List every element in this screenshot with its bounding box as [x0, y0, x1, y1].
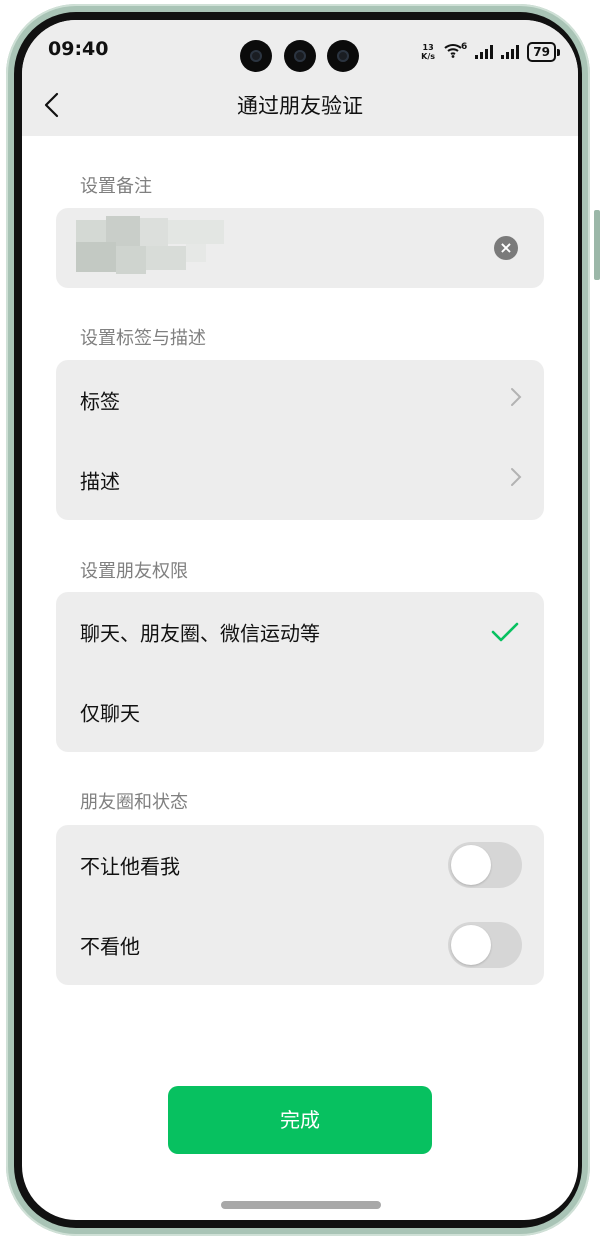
redacted-remark-text	[76, 216, 224, 276]
toggle-knob	[451, 925, 491, 965]
status-icons: 13 K/s 6 79	[421, 40, 560, 64]
chevron-right-icon	[510, 467, 522, 493]
signal-icon	[475, 45, 494, 59]
tags-section-label: 设置标签与描述	[80, 328, 206, 349]
page-title: 通过朋友验证	[237, 94, 363, 118]
chevron-right-icon	[510, 387, 522, 413]
checkmark-icon	[490, 620, 520, 644]
camera-lens-3	[327, 40, 359, 72]
side-button	[594, 210, 600, 280]
permissions-section-label: 设置朋友权限	[80, 561, 188, 582]
network-speed-value: 13	[422, 43, 434, 52]
description-row-label: 描述	[80, 469, 120, 494]
network-speed-unit: K/s	[421, 52, 436, 61]
battery-level: 79	[533, 45, 550, 59]
home-indicator	[221, 1201, 381, 1209]
hide-my-moments-label: 不让他看我	[80, 854, 180, 879]
tag-row-label: 标签	[80, 389, 120, 414]
remark-input[interactable]: ×	[56, 208, 544, 288]
permissions-card: 聊天、朋友圈、微信运动等 仅聊天	[56, 592, 544, 752]
description-row[interactable]: 描述	[56, 440, 544, 520]
permission-option-label: 仅聊天	[80, 701, 140, 726]
permission-option-label: 聊天、朋友圈、微信运动等	[80, 621, 320, 646]
done-button[interactable]: 完成	[168, 1086, 432, 1154]
permission-option-chat-only[interactable]: 仅聊天	[56, 672, 544, 752]
moments-section-label: 朋友圈和状态	[80, 792, 188, 813]
wifi-label: 6	[461, 42, 468, 52]
wifi-icon	[443, 42, 463, 62]
hide-their-moments-toggle[interactable]	[448, 922, 522, 968]
hide-their-moments-label: 不看他	[80, 934, 140, 959]
toggle-knob	[451, 845, 491, 885]
hide-my-moments-toggle[interactable]	[448, 842, 522, 888]
tag-row[interactable]: 标签	[56, 360, 544, 440]
clear-input-icon[interactable]: ×	[494, 236, 518, 260]
signal-icon-2	[501, 45, 520, 59]
tags-card: 标签 描述	[56, 360, 544, 520]
camera-lens-2	[284, 40, 316, 72]
remark-section-label: 设置备注	[80, 176, 152, 197]
screen: 09:40 13 K/s 6 79 通过朋友验证 设置备注 × 设置标签与描述 …	[22, 20, 578, 1220]
battery-icon: 79	[527, 42, 560, 62]
permission-option-all[interactable]: 聊天、朋友圈、微信运动等	[56, 592, 544, 672]
network-speed: 13 K/s	[421, 43, 435, 61]
camera-lens-1	[240, 40, 272, 72]
hide-their-moments-row: 不看他	[56, 905, 544, 985]
status-time: 09:40	[48, 38, 109, 60]
hide-my-moments-row: 不让他看我	[56, 825, 544, 905]
moments-card: 不让他看我 不看他	[56, 825, 544, 985]
